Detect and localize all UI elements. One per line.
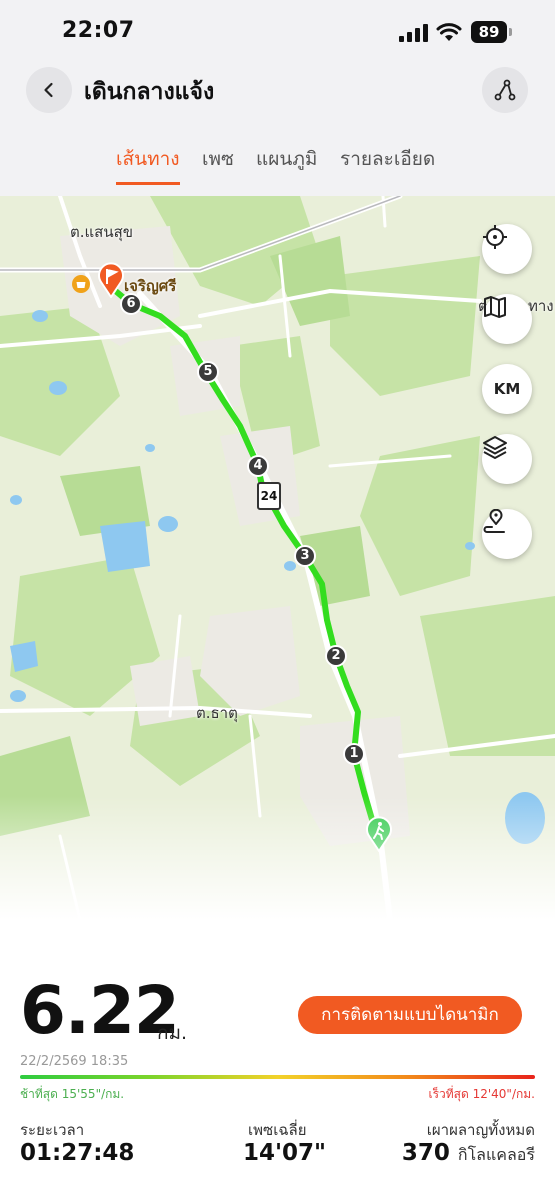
- map-label-place: ต.ธาตุ: [196, 704, 238, 722]
- km-marker: 1: [343, 743, 365, 765]
- slowest-pace: ช้าที่สุด 15'55"/กม.: [20, 1087, 125, 1101]
- tab-route[interactable]: เส้นทาง: [116, 144, 180, 185]
- back-button[interactable]: [26, 67, 72, 113]
- tab-pace[interactable]: เพซ: [202, 144, 234, 182]
- avg-pace-label: เพซเฉลี่ย: [248, 1121, 307, 1139]
- tab-bar: เส้นทาง เพซ แผนภูมิ รายละเอียด: [0, 144, 555, 185]
- finish-flag-icon: [98, 262, 124, 298]
- route-map[interactable]: ต.แสนสุข เจริญศรี ต.ธาตุ ต. ทาง 24 12345…: [0, 196, 555, 920]
- km-marker: 4: [247, 455, 269, 477]
- activity-date: 22/2/2569 18:35: [20, 1054, 129, 1069]
- route-icon: [494, 79, 516, 101]
- page-title: เดินกลางแจ้ง: [84, 79, 215, 105]
- map-type-button[interactable]: [482, 294, 532, 344]
- km-marker: 3: [294, 545, 316, 567]
- duration-value: 01:27:48: [20, 1140, 135, 1166]
- duration-label: ระยะเวลา: [20, 1121, 85, 1139]
- map-bottom-fade: [0, 796, 555, 920]
- distance-value: 6.22: [20, 972, 180, 1049]
- layers-button[interactable]: [482, 434, 532, 484]
- fastest-pace: เร็วที่สุด 12'40"/กม.: [428, 1087, 535, 1101]
- map-label-place: ต.แสนสุข: [70, 223, 133, 241]
- location-route-icon: [483, 509, 505, 533]
- status-bar: 22:07 89: [0, 0, 555, 64]
- km-marker: 2: [325, 645, 347, 667]
- dynamic-tracking-button[interactable]: การติดตามแบบไดนามิก: [298, 996, 522, 1034]
- locate-button[interactable]: [482, 224, 532, 274]
- route-point-button[interactable]: [482, 509, 532, 559]
- header: เดินกลางแจ้ง เส้นทาง เพซ แผนภูมิ รายละเอ…: [0, 64, 555, 196]
- calories-value: 370: [401, 1140, 450, 1166]
- map-icon: [484, 296, 506, 318]
- km-marker: 6: [120, 293, 142, 315]
- km-marker: 5: [197, 361, 219, 383]
- crosshair-icon: [483, 225, 507, 249]
- calories-unit: กิโลแคลอรี: [457, 1145, 535, 1164]
- unit-km-button[interactable]: KM: [482, 364, 532, 414]
- status-time: 22:07: [62, 18, 135, 43]
- map-label-place: ทาง: [528, 297, 554, 315]
- pace-gradient-bar: [20, 1075, 535, 1079]
- shop-icon: [72, 275, 90, 293]
- avg-pace-value: 14'07": [243, 1140, 327, 1166]
- chevron-left-icon: [44, 82, 53, 98]
- layers-icon: [483, 436, 507, 459]
- calories-stat: 370 กิโลแคลอรี: [402, 1140, 535, 1168]
- battery-cap: [509, 28, 512, 36]
- route-share-button[interactable]: [482, 67, 528, 113]
- calories-label: เผาผลาญทั้งหมด: [426, 1121, 535, 1139]
- cellular-signal-icon: [399, 24, 429, 42]
- distance-unit: กม.: [157, 1022, 188, 1044]
- tab-chart[interactable]: แผนภูมิ: [256, 144, 317, 182]
- wifi-icon: [436, 23, 462, 41]
- road-number-sign: 24: [257, 482, 281, 510]
- battery-icon: 89: [471, 21, 507, 43]
- tab-details[interactable]: รายละเอียด: [340, 144, 435, 182]
